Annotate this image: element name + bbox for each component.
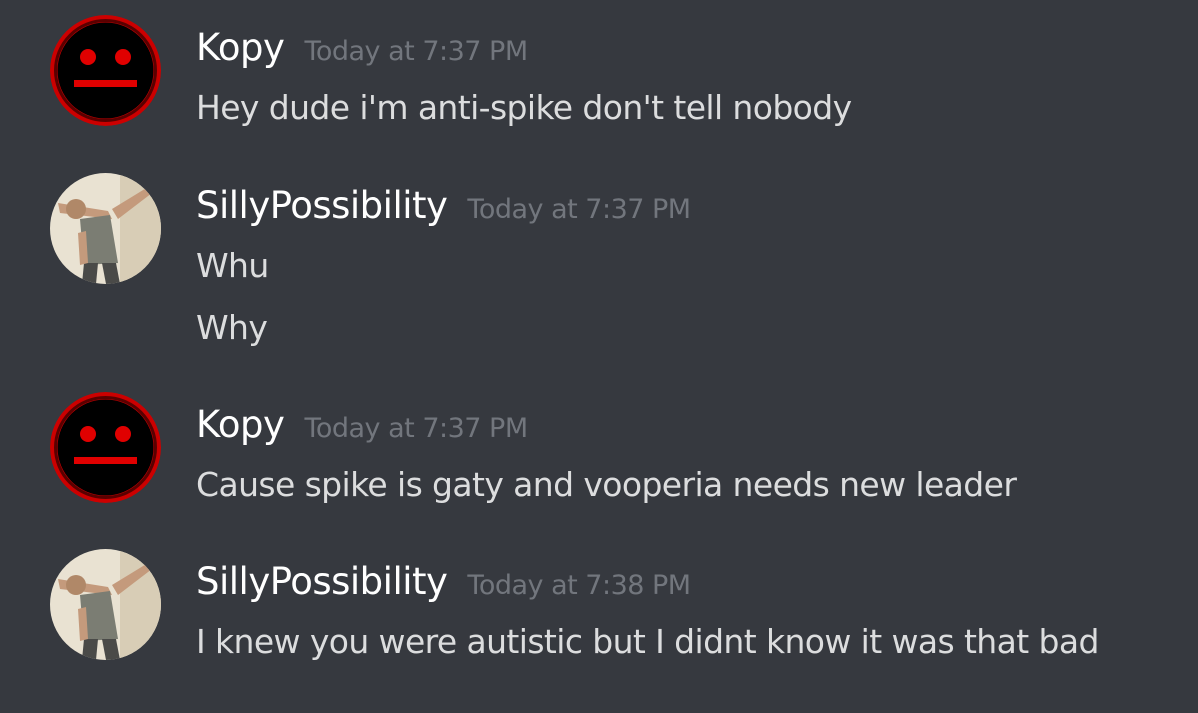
message-text: Cause spike is gaty and vooperia needs n… <box>196 465 1017 504</box>
message-text: Hey dude i'm anti-spike don't tell nobod… <box>196 88 852 127</box>
message-header: SillyPossibility Today at 7:38 PM <box>196 560 691 608</box>
timestamp: Today at 7:37 PM <box>467 194 691 225</box>
message-header: Kopy Today at 7:37 PM <box>196 26 528 74</box>
message-text: I knew you were autistic but I didnt kno… <box>196 622 1099 661</box>
message-header: SillyPossibility Today at 7:37 PM <box>196 184 691 232</box>
username[interactable]: Kopy <box>196 403 285 447</box>
neutral-face-icon <box>50 15 161 126</box>
avatar-kopy[interactable] <box>50 15 161 126</box>
message-text: Whu <box>196 246 269 285</box>
avatar-sillypossibility[interactable] <box>50 173 161 284</box>
avatar-sillypossibility[interactable] <box>50 549 161 660</box>
avatar-kopy[interactable] <box>50 392 161 503</box>
chat-message-list: Kopy Today at 7:37 PM Hey dude i'm anti-… <box>0 0 1198 713</box>
username[interactable]: Kopy <box>196 26 285 70</box>
message-header: Kopy Today at 7:37 PM <box>196 403 528 451</box>
timestamp: Today at 7:38 PM <box>467 570 691 601</box>
username[interactable]: SillyPossibility <box>196 560 448 604</box>
dab-photo-avatar <box>50 549 161 660</box>
username[interactable]: SillyPossibility <box>196 184 448 228</box>
timestamp: Today at 7:37 PM <box>304 36 528 67</box>
timestamp: Today at 7:37 PM <box>304 413 528 444</box>
neutral-face-icon <box>50 392 161 503</box>
message-text: Why <box>196 308 268 347</box>
dab-photo-avatar <box>50 173 161 284</box>
